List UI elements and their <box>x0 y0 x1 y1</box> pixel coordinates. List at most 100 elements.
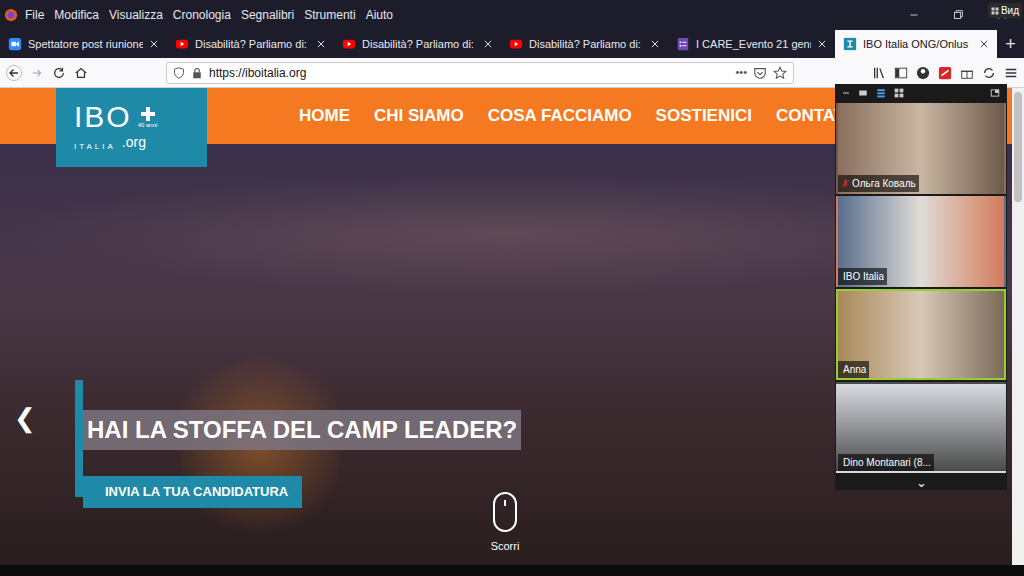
youtube-favicon-icon <box>509 37 523 51</box>
close-tab-icon[interactable] <box>979 39 989 49</box>
tab-label[interactable]: Disabilità? Parliamo di: INCLU <box>529 36 644 53</box>
cross-icon <box>140 106 156 122</box>
sync-icon[interactable] <box>982 66 996 80</box>
forward-icon[interactable] <box>30 66 44 80</box>
apply-button[interactable]: INVIA LA TUA CANDIDATURA <box>83 476 302 508</box>
browser-tab[interactable]: Disabilità? Parliamo di: INCLU <box>501 30 668 58</box>
site-nav-item[interactable]: COSA FACCIAMO <box>488 103 632 129</box>
zoom-view-button[interactable]: Вид <box>988 3 1022 18</box>
browser-tab[interactable]: Disabilità? Parliamo di: LAVOR <box>167 30 334 58</box>
page-actions-button[interactable]: ••• <box>735 64 747 81</box>
zoom-favicon-icon <box>8 37 22 51</box>
caption-content: HAI LA STOFFA DEL CAMP LEADER? INVIA LA T… <box>83 380 521 508</box>
participant-tile[interactable]: Dino Montanari (8... <box>836 382 1006 473</box>
library-icon[interactable] <box>872 66 886 80</box>
tab-label[interactable]: Spettatore post riunione - Zoo <box>28 36 143 53</box>
logo-badge: 40 anni <box>138 106 158 128</box>
close-tab-icon[interactable] <box>483 39 493 49</box>
bottom-strip <box>0 565 1024 576</box>
scroll-hint[interactable]: Scorri <box>478 492 532 555</box>
browser-tab[interactable]: IBO Italia ONG/Onlus <box>835 30 997 58</box>
home-icon[interactable] <box>74 66 88 80</box>
minimize-icon[interactable] <box>892 8 936 22</box>
scrollbar[interactable] <box>1012 88 1024 565</box>
close-tab-icon[interactable] <box>650 39 660 49</box>
participant-tile[interactable]: Anna <box>836 289 1006 380</box>
grid-view-icon[interactable] <box>894 88 904 98</box>
menu-item[interactable]: Segnalibri <box>236 6 299 24</box>
close-tab-icon[interactable] <box>316 39 326 49</box>
zoom-view-label[interactable]: Вид <box>1001 3 1019 18</box>
tab-label[interactable]: I CARE_Evento 21 gennaio 202 <box>696 36 811 53</box>
tab-label[interactable]: Disabilità? Parliamo di: LAVOR <box>195 36 310 53</box>
gift-icon[interactable] <box>960 66 974 80</box>
logo-sub[interactable]: ITALIA <box>74 141 116 153</box>
tab-label[interactable]: Disabilità? Parliamo di: INDIPE <box>362 36 477 53</box>
logo-row-2: ITALIA .org <box>74 132 207 153</box>
site-favicon-icon <box>843 37 857 51</box>
site-nav: HOMECHI SIAMOCOSA FACCIAMOSOSTIENICICONT… <box>299 103 859 129</box>
url-text[interactable]: https://iboitalia.org <box>209 64 729 82</box>
browser-tab[interactable]: Spettatore post riunione - Zoo <box>0 30 167 58</box>
sidebar-icon[interactable] <box>894 66 908 80</box>
scrollbar-thumb[interactable] <box>1014 92 1022 202</box>
previous-slide-button[interactable]: ❮ <box>14 399 36 438</box>
grid-icon <box>991 7 999 15</box>
restore-icon[interactable] <box>936 8 980 22</box>
browser-tab[interactable]: Disabilità? Parliamo di: INDIPE <box>334 30 501 58</box>
muted-mic-icon <box>841 179 850 188</box>
bookmark-star-icon[interactable] <box>773 66 787 80</box>
menu-icon[interactable] <box>1004 66 1018 80</box>
menu-item[interactable]: File <box>20 6 49 24</box>
tab-label[interactable]: IBO Italia ONG/Onlus <box>863 36 973 53</box>
back-icon[interactable] <box>6 65 22 81</box>
menu-item[interactable]: Modifica <box>49 6 104 24</box>
browser-tab[interactable]: I CARE_Evento 21 gennaio 202 <box>668 30 835 58</box>
single-view-icon[interactable] <box>858 88 868 98</box>
site-nav-item[interactable]: SOSTIENICI <box>656 103 752 129</box>
forms-favicon-icon <box>676 37 690 51</box>
caption-accent <box>75 380 83 497</box>
logo-row: IBO 40 anni <box>74 102 207 132</box>
menu-item[interactable]: Aiuto <box>361 6 398 24</box>
hero-caption: HAI LA STOFFA DEL CAMP LEADER? INVIA LA T… <box>75 380 521 508</box>
participant-tile[interactable]: IBO Italia <box>836 196 1006 287</box>
participant-label: IBO Italia <box>838 268 887 285</box>
firefox-icon[interactable] <box>4 8 18 22</box>
show-more-button[interactable]: ⌄ <box>836 475 1006 489</box>
participant-name: Ольга Коваль <box>852 176 916 191</box>
logo-badge-text: 40 anni <box>138 122 158 128</box>
scroll-label[interactable]: Scorri <box>491 538 520 555</box>
pocket-icon[interactable] <box>753 66 767 80</box>
mouse-icon[interactable] <box>492 492 518 532</box>
close-tab-icon[interactable] <box>149 39 159 49</box>
participant-tile[interactable]: Ольга Коваль <box>836 103 1006 194</box>
site-logo[interactable]: IBO 40 anni ITALIA .org <box>56 88 207 167</box>
menu-item[interactable]: Strumenti <box>299 6 360 24</box>
address-bar[interactable]: https://iboitalia.org ••• <box>166 62 794 84</box>
tab-bar: Spettatore post riunione - Zoo Disabilità… <box>0 30 1024 58</box>
extension-red-icon[interactable] <box>938 66 952 80</box>
zoom-participants-panel: Ольга Коваль IBO Italia Anna Dino Montanari… <box>835 84 1007 490</box>
site-nav-item[interactable]: HOME <box>299 103 350 129</box>
close-tab-icon[interactable] <box>817 39 827 49</box>
participant-name: Anna <box>843 362 866 377</box>
menu-item[interactable]: Visualizza <box>104 6 168 24</box>
logo-suffix[interactable]: .org <box>122 132 146 153</box>
shield-icon[interactable] <box>173 67 185 79</box>
strip-view-icon[interactable] <box>876 88 886 98</box>
site-nav-item[interactable]: CHI SIAMO <box>374 103 464 129</box>
minimize-icon[interactable] <box>842 89 850 97</box>
reload-icon[interactable] <box>52 66 66 80</box>
participant-name: Dino Montanari (8... <box>843 455 931 470</box>
expand-icon[interactable] <box>990 88 1000 98</box>
new-tab-button[interactable]: + <box>997 30 1024 58</box>
hero-title: HAI LA STOFFA DEL CAMP LEADER? <box>83 410 521 450</box>
account-icon[interactable] <box>916 66 930 80</box>
youtube-favicon-icon <box>175 37 189 51</box>
participant-label: Ольга Коваль <box>838 175 919 192</box>
participant-label: Anna <box>838 361 869 378</box>
lock-icon[interactable] <box>191 67 203 79</box>
menu-item[interactable]: Cronologia <box>168 6 236 24</box>
logo-main[interactable]: IBO <box>74 102 132 132</box>
